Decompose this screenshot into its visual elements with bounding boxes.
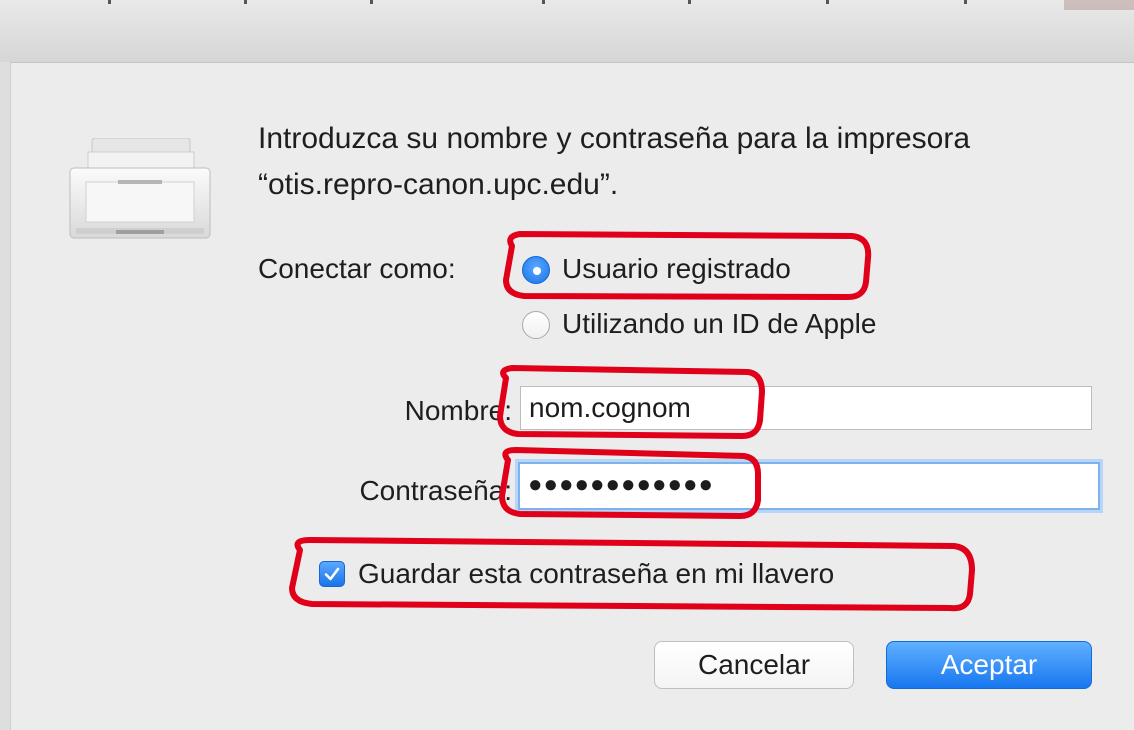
window-left-edge [0,62,11,730]
checkmark-icon [324,567,340,581]
password-label: Contraseña: [359,475,512,506]
name-label: Nombre: [404,395,512,426]
connect-as-label: Conectar como: [258,253,456,284]
name-input[interactable]: nom.cognom [520,386,1092,430]
background-window-corner [1064,0,1134,10]
remember-password-label[interactable]: Guardar esta contraseña en mi llavero [358,558,834,590]
dialog-message: Introduzca su nombre y contraseña para l… [258,122,971,201]
background-window-edge [108,0,967,4]
printer-icon [69,138,211,239]
radio-registered-user-label[interactable]: Usuario registrado [562,253,791,285]
radio-registered-user[interactable] [522,256,550,284]
cancel-button[interactable]: Cancelar [654,641,854,689]
radio-apple-id-label[interactable]: Utilizando un ID de Apple [562,308,876,340]
accept-button[interactable]: Aceptar [886,641,1092,689]
password-input[interactable]: ●●●●●●●●●●●● [518,462,1100,510]
radio-apple-id[interactable] [522,311,550,339]
remember-password-checkbox[interactable] [319,561,345,587]
window-title-bar [0,0,1134,63]
